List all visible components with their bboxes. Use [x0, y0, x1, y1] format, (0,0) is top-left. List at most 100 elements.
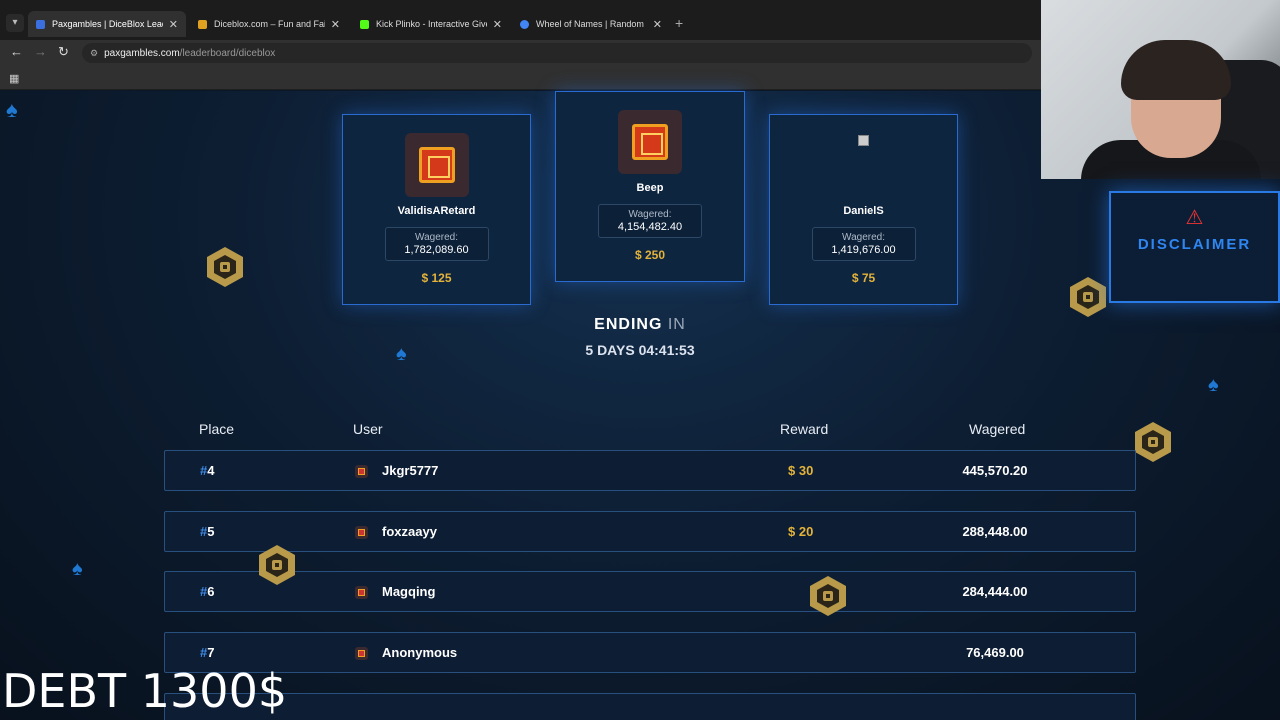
- table-row: #5 foxzaayy $ 20 288,448.00: [164, 511, 1136, 552]
- diceblox-box-icon: [418, 147, 455, 183]
- user-avatar: [355, 647, 368, 660]
- prize-value: $ 250: [634, 248, 666, 262]
- prize-value: $ 75: [851, 271, 876, 285]
- spade-decor-icon: ♠: [1208, 374, 1219, 396]
- avatar: [618, 110, 682, 174]
- place-cell: #4: [200, 463, 214, 478]
- screen: ▾ Paxgambles | DiceBlox Leaderb ✕ Dicebl…: [0, 0, 1280, 720]
- reload-icon[interactable]: ↻: [58, 44, 69, 60]
- wheel-favicon-icon: [520, 19, 529, 29]
- place-cell: #6: [200, 584, 214, 599]
- diceblox-favicon-icon: [198, 19, 207, 29]
- ending-label: ENDING IN: [0, 316, 1280, 334]
- header-place: Place: [199, 421, 235, 437]
- reward-value: $ 30: [788, 463, 814, 478]
- coin-decor-icon: [207, 247, 243, 287]
- table-row: #4 Jkgr5777 $ 30 445,570.20: [164, 450, 1136, 491]
- tab-close-icon[interactable]: ✕: [331, 18, 340, 31]
- place-cell: #5: [200, 524, 214, 539]
- wagered-label: Wagered:: [415, 232, 458, 243]
- wagered-value: 1,419,676.00: [831, 244, 896, 256]
- username: Anonymous: [382, 645, 458, 660]
- paxgambles-favicon-icon: [36, 19, 45, 29]
- header-wagered: Wagered: [969, 421, 1026, 437]
- user-avatar: [355, 526, 368, 539]
- place-number: 5: [207, 524, 215, 539]
- podium-username: DanielS: [843, 205, 884, 217]
- tab-title: Paxgambles | DiceBlox Leaderb: [52, 19, 163, 29]
- tab-diceblox[interactable]: Diceblox.com – Fun and Fair Ga ✕: [190, 11, 348, 37]
- debt-overlay-text: DEBT 1300$: [2, 664, 288, 718]
- bookmarks-bar: ▦: [0, 66, 1041, 90]
- disclaimer-button[interactable]: ⚠ DISCLAIMER: [1109, 191, 1280, 303]
- table-row: #7 Anonymous 76,469.00: [164, 632, 1136, 673]
- apps-grid-icon[interactable]: ▦: [9, 72, 19, 85]
- new-tab-plus-icon[interactable]: +: [675, 15, 683, 31]
- wagered-box: Wagered: 4,154,482.40: [598, 204, 702, 238]
- url-host: paxgambles.com: [104, 47, 180, 59]
- username: Jkgr5777: [382, 463, 439, 478]
- avatar: [404, 133, 469, 197]
- header-user: User: [353, 421, 383, 437]
- address-bar-row: ← → ↻ ⚙ paxgambles.com/leaderboard/diceb…: [0, 40, 1041, 66]
- tab-kick-plinko[interactable]: Kick Plinko - Interactive Giveaw ✕: [352, 11, 510, 37]
- wagered-value: 4,154,482.40: [617, 221, 683, 233]
- table-row: [164, 693, 1136, 720]
- url-path: /leaderboard/diceblox: [179, 47, 276, 59]
- wagered-box: Wagered: 1,782,089.60: [384, 227, 489, 261]
- ending-countdown: ENDING IN 5 DAYS 04:41:53: [0, 316, 1280, 358]
- webcam-feed: [1041, 0, 1280, 179]
- username: Magqing: [382, 584, 436, 599]
- coin-decor-icon: [1135, 422, 1171, 462]
- tab-wheel-of-names[interactable]: Wheel of Names | Random nam ✕: [512, 11, 670, 37]
- podium-username: ValidisARetard: [397, 205, 476, 217]
- reward-value: $ 20: [788, 524, 814, 539]
- wagered-box: Wagered: 1,419,676.00: [811, 227, 916, 261]
- prize-value: $ 125: [421, 271, 452, 285]
- tab-paxgambles[interactable]: Paxgambles | DiceBlox Leaderb ✕: [28, 11, 186, 37]
- disclaimer-label: DISCLAIMER: [1137, 236, 1252, 253]
- podium-card-3rd: DanielS Wagered: 1,419,676.00 $ 75: [769, 114, 958, 305]
- tab-close-icon[interactable]: ✕: [493, 18, 502, 31]
- forward-arrow-icon[interactable]: →: [34, 44, 47, 59]
- kick-favicon-icon: [360, 19, 369, 29]
- username: foxzaayy: [382, 524, 437, 539]
- podium-card-2nd: ValidisARetard Wagered: 1,782,089.60 $ 1…: [342, 114, 531, 305]
- table-row: #6 Magqing 284,444.00: [164, 571, 1136, 612]
- diceblox-box-icon: [632, 124, 668, 160]
- wagered-value: 288,448.00: [962, 524, 1028, 539]
- coin-decor-icon: [1070, 277, 1106, 317]
- back-arrow-icon[interactable]: ←: [10, 44, 23, 59]
- url-input[interactable]: ⚙ paxgambles.com/leaderboard/diceblox: [82, 43, 1032, 63]
- podium-card-1st: Beep Wagered: 4,154,482.40 $ 250: [555, 91, 745, 282]
- user-avatar: [355, 586, 368, 599]
- ending-label-text: ENDING: [594, 316, 663, 333]
- tab-search-icon[interactable]: ▾: [6, 14, 24, 32]
- tab-title: Wheel of Names | Random nam: [536, 19, 647, 29]
- leaderboard-page: ♠ ♠ ♠ ♠ ValidisARetard Wagered: 1,782,08…: [0, 91, 1280, 720]
- tab-close-icon[interactable]: ✕: [169, 18, 178, 31]
- place-number: 7: [207, 645, 215, 660]
- tab-close-icon[interactable]: ✕: [653, 18, 662, 31]
- ending-in-text: IN: [667, 316, 686, 333]
- place-number: 6: [207, 584, 215, 599]
- wagered-value: 1,782,089.60: [404, 244, 469, 256]
- wagered-value: 76,469.00: [966, 645, 1024, 660]
- countdown-value: 5 DAYS 04:41:53: [585, 342, 695, 358]
- tab-title: Kick Plinko - Interactive Giveaw: [376, 19, 487, 29]
- broken-avatar-icon: [858, 135, 869, 146]
- header-reward: Reward: [780, 421, 829, 437]
- spade-decor-icon: ♠: [6, 97, 18, 122]
- spade-decor-icon: ♠: [72, 558, 83, 580]
- tab-title: Diceblox.com – Fun and Fair Ga: [214, 19, 325, 29]
- warning-icon: ⚠: [1185, 207, 1204, 229]
- wagered-value: 445,570.20: [962, 463, 1028, 478]
- site-info-icon[interactable]: ⚙: [90, 48, 98, 59]
- podium-username: Beep: [636, 182, 664, 194]
- wagered-label: Wagered:: [842, 232, 885, 243]
- place-cell: #7: [200, 645, 214, 660]
- place-number: 4: [207, 463, 215, 478]
- wagered-label: Wagered:: [628, 209, 672, 220]
- wagered-value: 284,444.00: [962, 584, 1028, 599]
- user-avatar: [355, 465, 368, 478]
